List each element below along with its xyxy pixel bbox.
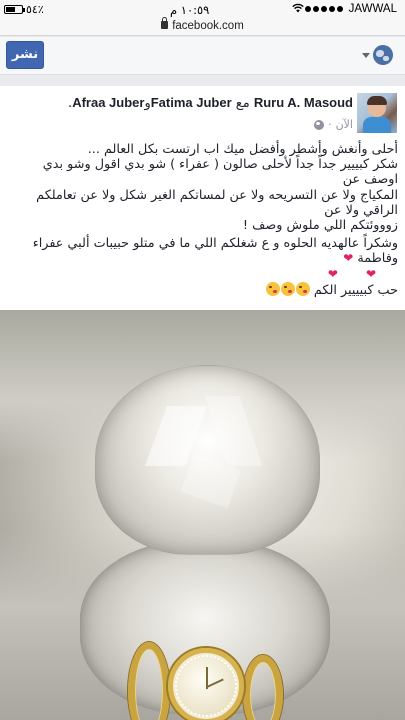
signal-dots-icon	[305, 6, 343, 12]
feed-post: Ruru A. Masoud مع Fatima JuberوAfraa Jub…	[0, 86, 405, 720]
post-time[interactable]: الآن	[336, 118, 353, 131]
carrier-name: JAWWAL	[348, 3, 397, 15]
kiss-emoji-icon	[280, 281, 295, 296]
body-line: المكياج ولا عن التسريحه ولا عن لمساتكم ا…	[36, 187, 398, 218]
lock-icon	[161, 17, 169, 29]
clock: ١٠:٥٩ م	[170, 3, 210, 17]
with-word: مع	[235, 96, 250, 111]
url-text: facebook.com	[172, 20, 244, 32]
body-line-with-heart: وشكراً عالهديه الحلوه و ع شغلكم اللي ما …	[32, 236, 398, 267]
kiss-emoji-icon	[265, 281, 280, 296]
battery-percentage: ٥٤٪	[26, 3, 44, 16]
tagged-user-2[interactable]: Afraa Juber	[72, 95, 144, 110]
audience-selector[interactable]	[362, 45, 393, 65]
status-bar: ٥٤٪ ١٠:٥٩ م JAWWAL	[0, 0, 405, 20]
url-bar[interactable]: facebook.com	[0, 17, 405, 36]
watch-face	[168, 648, 244, 720]
public-globe-icon	[314, 119, 325, 130]
body-line: شكر كبييير جداً جداً لأحلى صالون ( عفراء…	[42, 157, 398, 188]
kiss-emoji-icon	[295, 281, 310, 296]
post-meta: الآن ·	[314, 118, 353, 131]
hearts-row: ❤❤	[6, 267, 398, 282]
globe-icon	[373, 45, 393, 65]
post-photo[interactable]	[0, 310, 405, 720]
post-composer-bar: نشر	[0, 37, 405, 75]
chevron-down-icon	[362, 52, 370, 58]
body-line: أحلى وأنغش وأشطر وأفضل ميك اب ارتست بكل …	[87, 142, 398, 157]
heart-icon: ❤	[343, 251, 354, 266]
meta-separator: ·	[328, 118, 332, 131]
tagged-user-1[interactable]: Fatima Juber	[151, 95, 232, 110]
crystal-case-lid	[95, 365, 320, 555]
post-button[interactable]: نشر	[6, 41, 44, 69]
post-body: أحلى وأنغش وأشطر وأفضل ميك اب ارتست بكل …	[6, 142, 398, 298]
battery-icon	[4, 5, 25, 14]
heart-icon: ❤	[327, 266, 338, 281]
heart-icon: ❤	[365, 266, 376, 281]
wifi-icon	[292, 3, 304, 13]
author-name[interactable]: Ruru A. Masoud	[254, 95, 353, 110]
body-line: زوووئتكم اللي ملوش وصف !	[242, 218, 398, 234]
post-header: Ruru A. Masoud مع Fatima JuberوAfraa Jub…	[3, 95, 353, 112]
avatar[interactable]	[357, 93, 397, 133]
body-line-with-emoji: حب كبيييير الكم	[6, 281, 398, 298]
